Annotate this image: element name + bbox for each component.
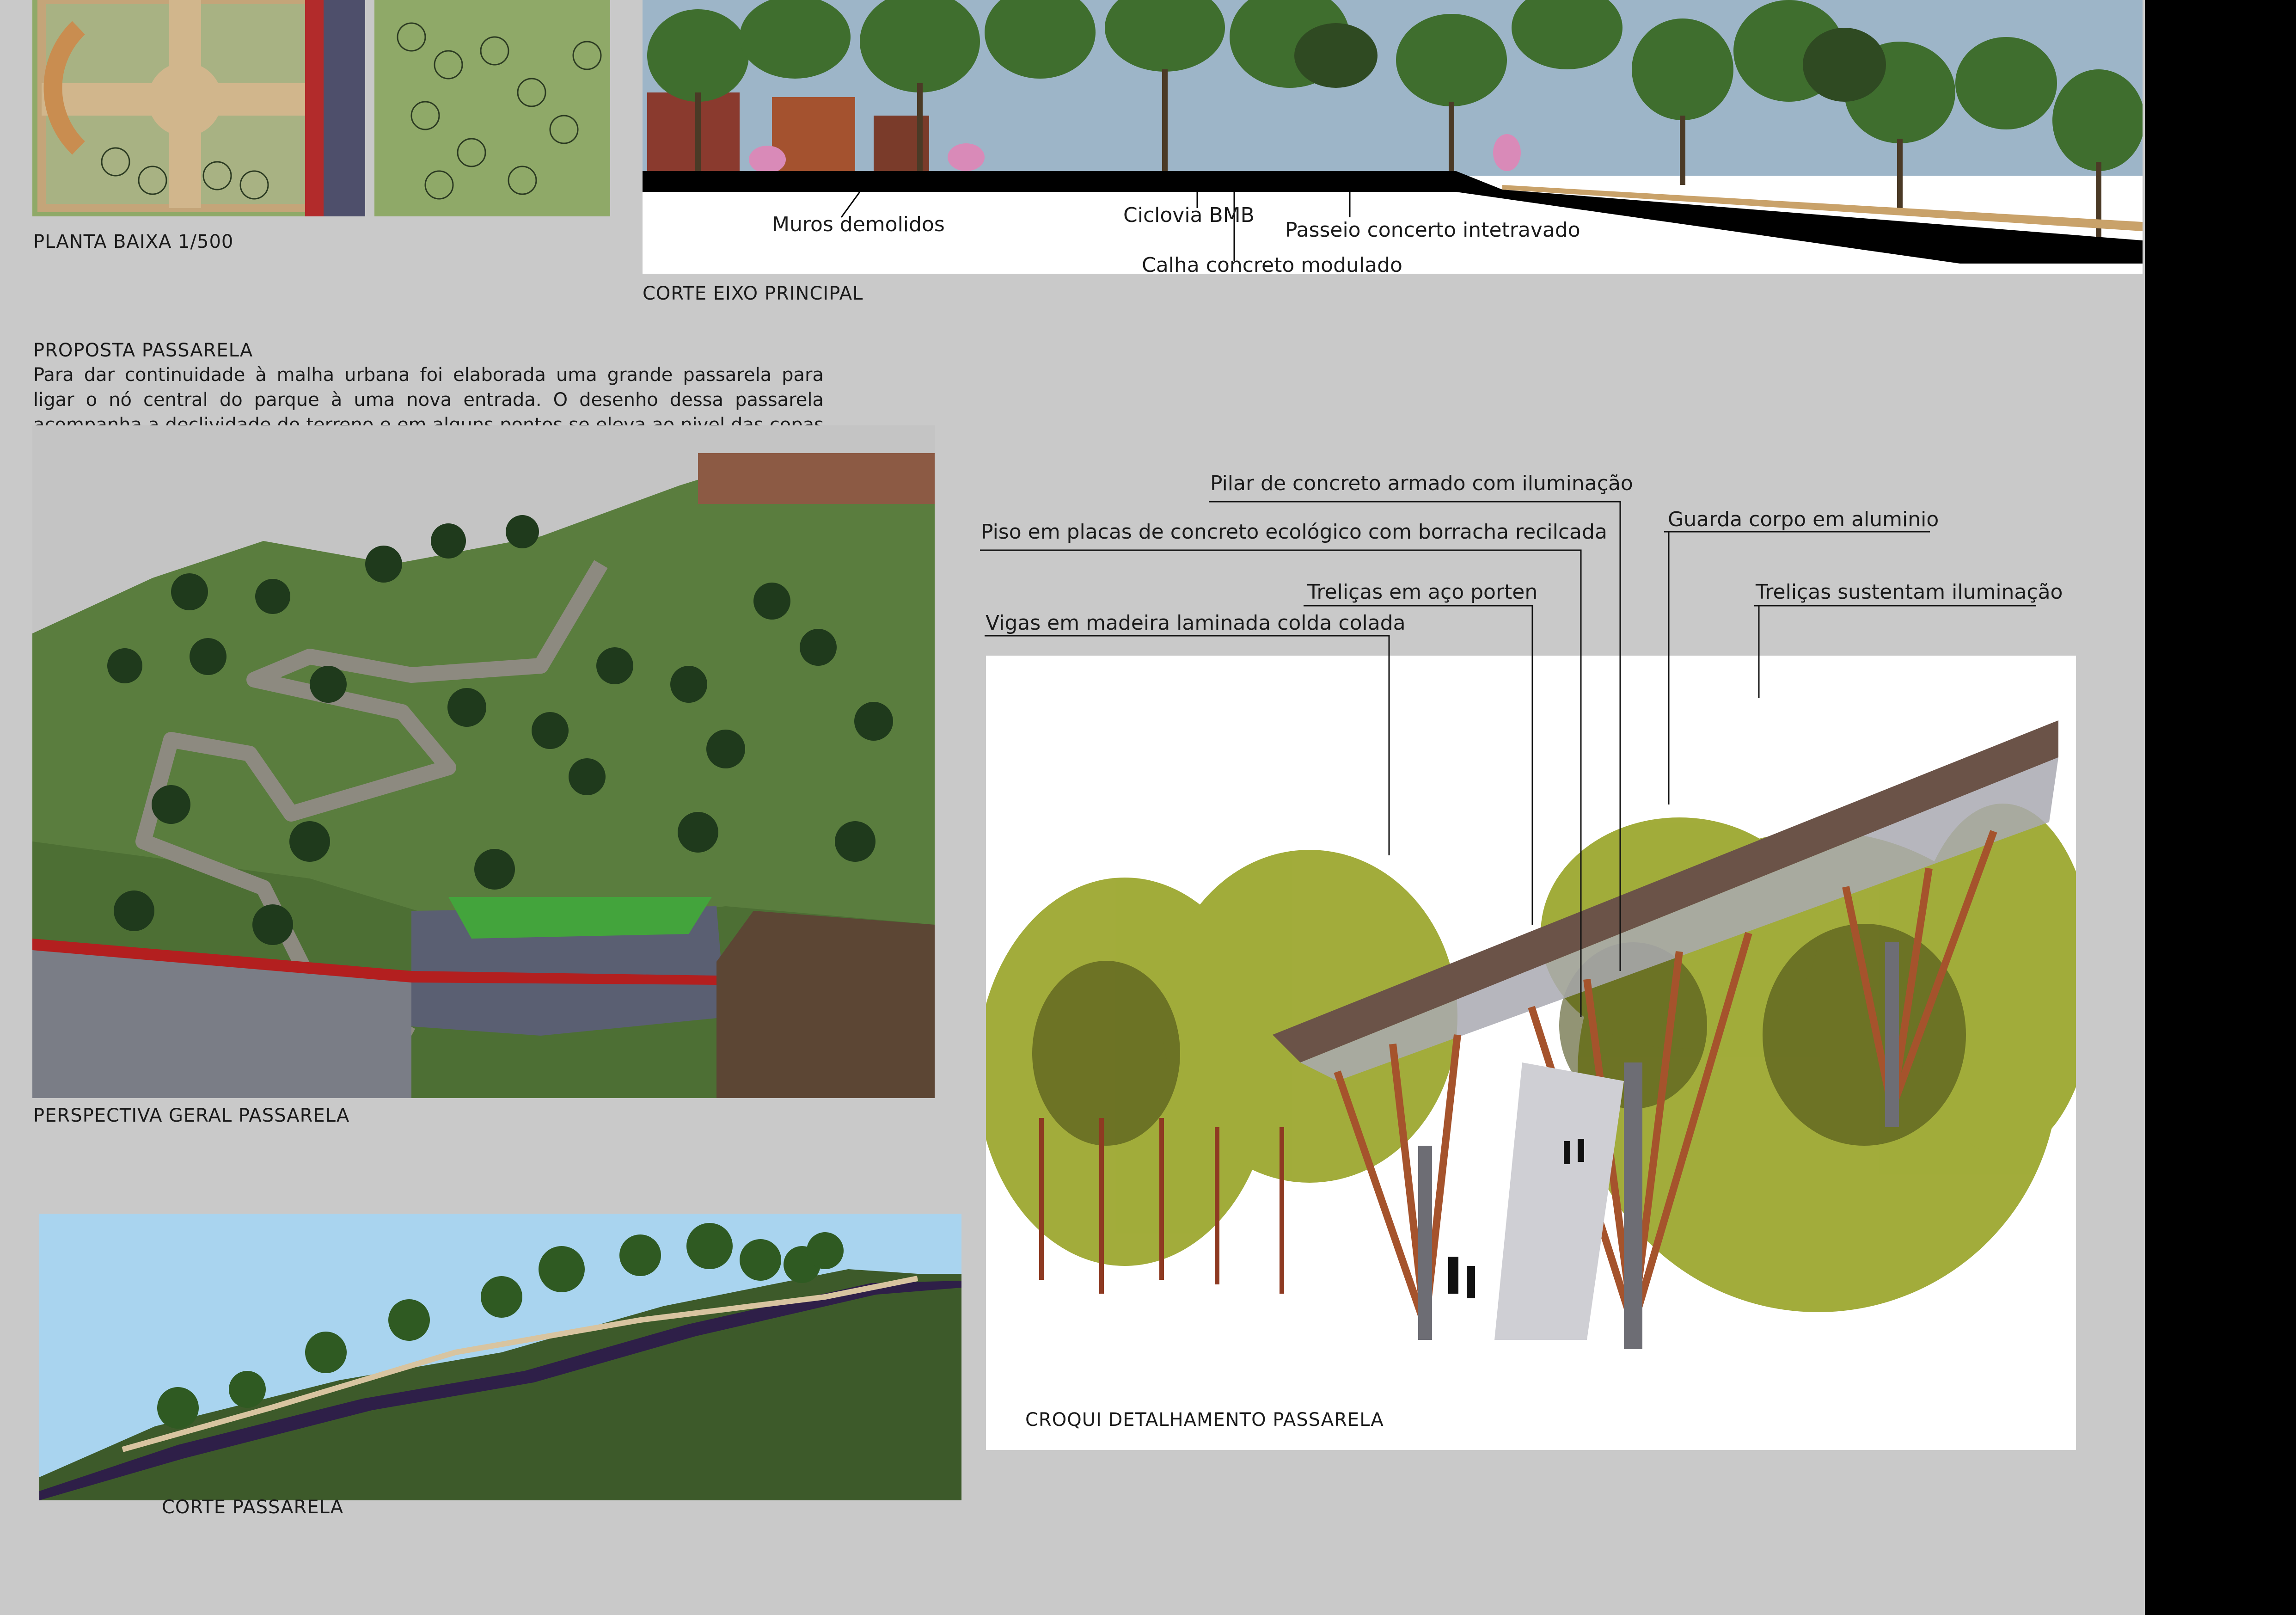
label-pillar: Pilar de concreto armado com iluminação bbox=[1210, 472, 1633, 495]
label-beams: Vigas em madeira laminada colda colada bbox=[986, 611, 1406, 635]
label-truss-steel: Treliças em aço porten bbox=[1307, 580, 1538, 604]
label-truss-light: Treliças sustentam iluminação bbox=[1756, 580, 2063, 604]
label-rail: Guarda corpo em aluminio bbox=[1668, 508, 1939, 531]
sketch-leader-lines bbox=[980, 501, 2036, 1017]
label-floor: Piso em placas de concreto ecológico com… bbox=[981, 520, 1607, 544]
